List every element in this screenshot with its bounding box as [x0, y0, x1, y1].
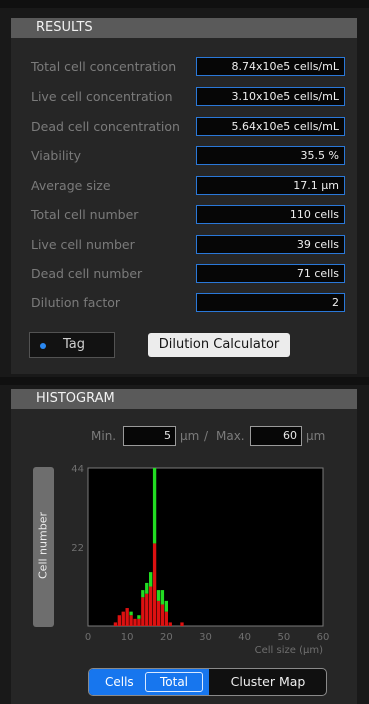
tag-dot-icon	[40, 343, 46, 349]
x-tick-label: 20	[160, 632, 173, 643]
min-size-input[interactable]: 5	[123, 426, 176, 446]
bar-live	[145, 582, 149, 594]
range-separator: /	[204, 429, 209, 443]
bar-dead	[156, 600, 161, 626]
result-value: 3.10x10e5 cells/mL	[196, 87, 345, 106]
result-row: Total cell concentration 8.74x10e5 cells…	[31, 57, 345, 76]
bar-dead	[121, 611, 125, 626]
max-size-input[interactable]: 60	[250, 426, 302, 446]
result-value: 110 cells	[196, 205, 345, 224]
bar-live	[160, 590, 165, 605]
result-label: Viability	[31, 148, 82, 163]
bar-dead	[113, 622, 118, 626]
histogram-header: HISTOGRAM	[11, 389, 357, 409]
result-label: Total cell concentration	[31, 59, 177, 74]
result-row: Live cell number 39 cells	[31, 235, 345, 254]
bar-dead	[164, 611, 168, 626]
bar-live	[141, 590, 145, 598]
min-unit: µm	[180, 429, 200, 443]
result-value: 71 cells	[196, 264, 345, 283]
tag-button[interactable]: Tag	[29, 332, 115, 358]
bar-dead	[141, 597, 145, 626]
y-tick-label: 44	[71, 464, 84, 475]
result-row: Average size 17.1 µm	[31, 176, 345, 195]
bar-live	[164, 600, 168, 612]
bar-dead	[125, 608, 129, 626]
x-tick-label: 10	[121, 632, 134, 643]
y-axis-scale-handle[interactable]: Cell number	[33, 467, 54, 627]
bar-dead	[145, 593, 149, 626]
bar-live	[156, 590, 161, 601]
result-value: 8.74x10e5 cells/mL	[196, 57, 345, 76]
bar-dead	[160, 604, 165, 626]
max-unit: µm	[306, 429, 326, 443]
y-tick-label: 22	[71, 543, 84, 554]
result-label: Live cell concentration	[31, 89, 173, 104]
bar-dead	[149, 586, 153, 626]
bar-dead	[137, 618, 141, 626]
section-divider	[0, 377, 369, 385]
result-label: Live cell number	[31, 237, 135, 252]
view-toggle: Cells Total Cluster Map	[88, 668, 327, 696]
x-axis-label: Cell size (µm)	[255, 645, 323, 656]
result-label: Dilution factor	[31, 295, 121, 310]
result-row: Total cell number 110 cells	[31, 205, 345, 224]
histogram-chart: 0 10 20 30 40 50 60 22 44 Cell size (µm)	[71, 464, 330, 656]
x-tick-label: 50	[277, 632, 290, 643]
bar-dead	[168, 622, 172, 626]
plot-area	[87, 467, 324, 627]
x-tick-label: 0	[85, 632, 91, 643]
bar-dead	[129, 615, 133, 626]
cluster-map-button[interactable]: Cluster Map	[209, 669, 326, 695]
max-label: Max.	[216, 429, 245, 443]
y-axis-label: Cell number	[36, 512, 50, 579]
bar-live	[149, 572, 153, 587]
cells-label: Cells	[105, 675, 134, 689]
result-row: Live cell concentration 3.10x10e5 cells/…	[31, 87, 345, 106]
bar-live	[152, 468, 157, 544]
result-value: 35.5 %	[196, 146, 345, 165]
x-tick-label: 40	[238, 632, 251, 643]
app-page: RESULTS Total cell concentration 8.74x10…	[0, 0, 369, 704]
bar-dead	[180, 622, 184, 626]
min-label: Min.	[91, 429, 117, 443]
bar-dead	[133, 618, 137, 626]
result-row: Dilution factor 2	[31, 293, 345, 312]
result-label: Total cell number	[31, 207, 139, 222]
result-value: 39 cells	[196, 235, 345, 254]
result-label: Dead cell concentration	[31, 119, 180, 134]
result-label: Average size	[31, 178, 111, 193]
x-tick-label: 30	[199, 632, 212, 643]
bar-dead	[152, 543, 157, 626]
bar-dead	[117, 615, 121, 626]
result-row: Dead cell number 71 cells	[31, 264, 345, 283]
total-button[interactable]: Total	[145, 672, 203, 692]
bar-live	[129, 611, 133, 616]
bar-live	[137, 615, 141, 619]
result-value: 2	[196, 293, 345, 312]
result-row: Viability 35.5 %	[31, 146, 345, 165]
result-value: 17.1 µm	[196, 176, 345, 195]
tag-label: Tag	[63, 337, 86, 352]
x-tick-label: 60	[317, 632, 330, 643]
dilution-calculator-button[interactable]: Dilution Calculator	[148, 333, 290, 357]
results-header: RESULTS	[11, 18, 357, 38]
top-strip	[0, 0, 369, 8]
result-value: 5.64x10e5 cells/mL	[196, 117, 345, 136]
result-row: Dead cell concentration 5.64x10e5 cells/…	[31, 117, 345, 136]
result-label: Dead cell number	[31, 266, 143, 281]
cells-segment[interactable]: Cells Total	[89, 669, 209, 695]
